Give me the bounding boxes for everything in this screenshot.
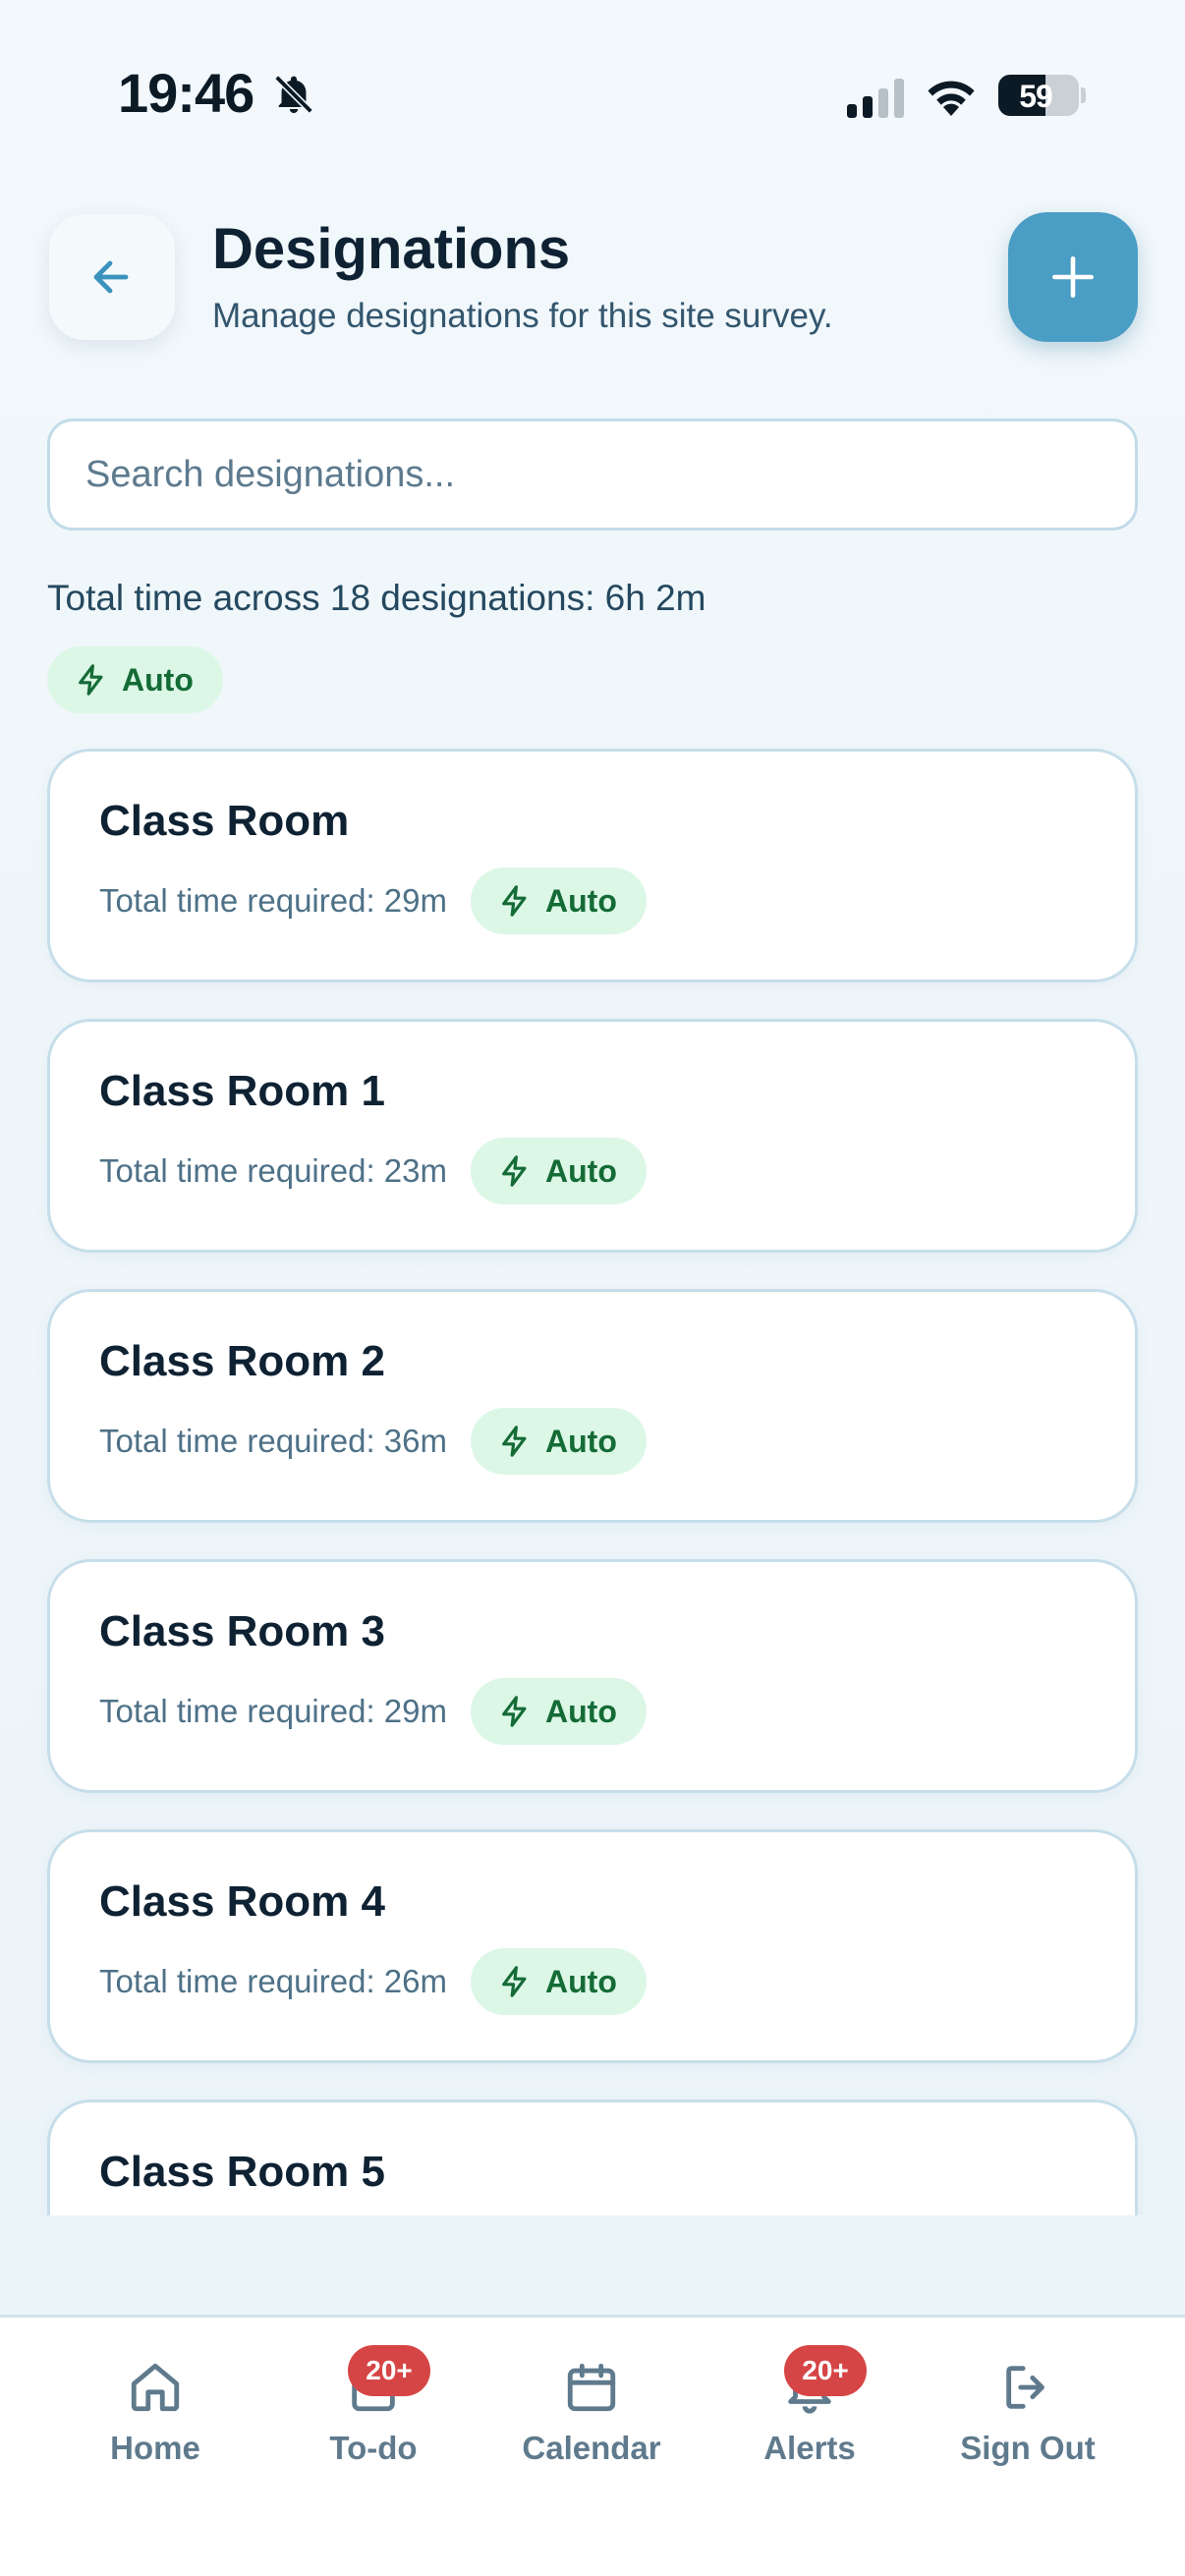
status-time: 19:46 — [118, 62, 254, 124]
nav-calendar-label: Calendar — [522, 2430, 661, 2466]
nav-calendar[interactable]: Calendar — [483, 2345, 700, 2483]
bottom-nav: Home To-do 20+ Calendar Alerts 20+ Sign … — [0, 2315, 1185, 2576]
page-title: Designations — [212, 217, 571, 281]
auto-badge: Auto — [471, 1678, 647, 1745]
nav-sign-out[interactable]: Sign Out — [920, 2345, 1136, 2483]
lightning-icon — [502, 1155, 527, 1187]
lightning-icon — [502, 1966, 527, 1997]
add-designation-button[interactable] — [1008, 212, 1138, 342]
designation-meta: Total time required: 29m Auto — [99, 868, 647, 934]
designation-name: Class Room 1 — [99, 1067, 385, 1115]
wifi-icon — [928, 81, 975, 116]
auto-badge: Auto — [471, 1408, 647, 1475]
auto-badge-label: Auto — [545, 1423, 617, 1459]
arrow-left-icon — [93, 260, 129, 294]
designation-meta: Total time required: 29m Auto — [99, 1678, 647, 1745]
nav-home[interactable]: Home — [47, 2345, 263, 2483]
designations-list[interactable]: Class Room Total time required: 29m Auto… — [0, 737, 1185, 2215]
nav-sign-out-label: Sign Out — [960, 2430, 1096, 2466]
auto-badge-label: Auto — [122, 661, 194, 698]
designation-time: Total time required: 26m — [99, 1963, 447, 1999]
designation-meta: Total time required: 36m Auto — [99, 1408, 647, 1475]
auto-badge-label: Auto — [545, 1152, 617, 1189]
designation-card[interactable]: Class Room 5 — [47, 2100, 1138, 2215]
alerts-count-badge: 20+ — [784, 2345, 867, 2396]
auto-badge: Auto — [471, 1948, 647, 2015]
battery-percentage: 59 — [1019, 79, 1053, 114]
auto-badge-label: Auto — [545, 1963, 617, 1999]
designation-card[interactable]: Class Room 4 Total time required: 26m Au… — [47, 1829, 1138, 2063]
designation-time: Total time required: 36m — [99, 1423, 447, 1459]
nav-todo[interactable]: To-do 20+ — [265, 2345, 481, 2483]
designation-name: Class Room 2 — [99, 1337, 385, 1385]
designation-time: Total time required: 29m — [99, 1693, 447, 1729]
auto-badge-label: Auto — [545, 1693, 617, 1729]
home-icon — [131, 2363, 180, 2412]
nav-todo-label: To-do — [329, 2430, 418, 2466]
auto-badge: Auto — [471, 868, 647, 934]
designation-card[interactable]: Class Room 2 Total time required: 36m Au… — [47, 1289, 1138, 1523]
designation-time: Total time required: 23m — [99, 1152, 447, 1189]
battery-cap — [1081, 87, 1086, 103]
status-bar: 19:46 59 — [0, 0, 1185, 187]
plus-icon — [1051, 255, 1095, 299]
battery-icon: 59 — [998, 75, 1079, 116]
nav-home-label: Home — [110, 2430, 200, 2466]
bell-slash-icon — [274, 75, 313, 114]
designation-name: Class Room 5 — [99, 2148, 385, 2196]
lightning-icon — [502, 1426, 527, 1457]
sign-out-icon — [1006, 2366, 1044, 2409]
auto-badge: Auto — [471, 1138, 647, 1204]
nav-alerts[interactable]: Alerts 20+ — [702, 2345, 918, 2483]
lightning-icon — [79, 664, 103, 696]
cellular-signal-icon — [847, 79, 904, 118]
designation-time: Total time required: 29m — [99, 882, 447, 919]
auto-badge: Auto — [47, 646, 223, 713]
designation-card[interactable]: Class Room Total time required: 29m Auto — [47, 749, 1138, 982]
designation-name: Class Room — [99, 797, 350, 845]
back-button[interactable] — [49, 214, 175, 340]
search-input[interactable] — [47, 419, 1138, 531]
lightning-icon — [502, 1696, 527, 1727]
designation-meta: Total time required: 23m Auto — [99, 1138, 647, 1204]
todo-count-badge: 20+ — [348, 2345, 430, 2396]
page-subtitle: Manage designations for this site survey… — [212, 297, 833, 335]
nav-alerts-label: Alerts — [763, 2430, 856, 2466]
designation-name: Class Room 3 — [99, 1607, 385, 1655]
lightning-icon — [502, 885, 527, 917]
designation-card[interactable]: Class Room 1 Total time required: 23m Au… — [47, 1019, 1138, 1253]
calendar-icon — [567, 2363, 616, 2412]
total-time-summary: Total time across 18 designations: 6h 2m — [47, 578, 706, 618]
designation-name: Class Room 4 — [99, 1877, 385, 1926]
auto-badge-label: Auto — [545, 882, 617, 919]
designation-meta: Total time required: 26m Auto — [99, 1948, 647, 2015]
designation-card[interactable]: Class Room 3 Total time required: 29m Au… — [47, 1559, 1138, 1793]
